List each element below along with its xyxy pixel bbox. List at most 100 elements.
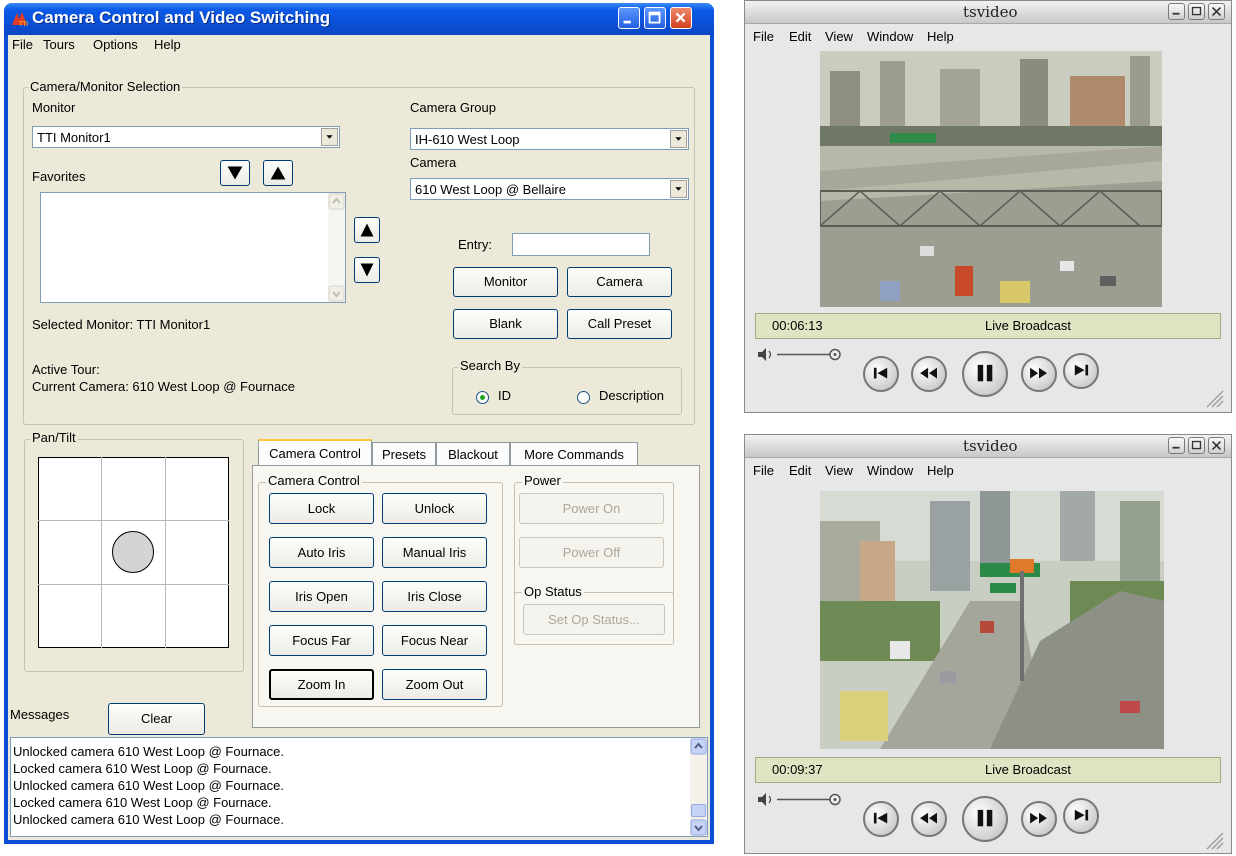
favorites-list[interactable]: [40, 192, 346, 303]
tab-blackout[interactable]: Blackout: [436, 442, 510, 467]
clear-messages-button[interactable]: Clear: [108, 703, 205, 735]
scroll-up-icon[interactable]: [328, 193, 345, 210]
power-on-button[interactable]: Power On: [519, 493, 664, 524]
pause-button[interactable]: [962, 796, 1008, 842]
tab-more-commands[interactable]: More Commands: [510, 442, 638, 467]
search-id-label[interactable]: ID: [498, 388, 511, 403]
zoom-out-button[interactable]: Zoom Out: [382, 669, 487, 700]
camera-group-select[interactable]: IH-610 West Loop: [410, 128, 689, 150]
rewind-button[interactable]: [911, 356, 947, 392]
camera-group-arrow[interactable]: [670, 130, 687, 148]
video-menu-edit[interactable]: Edit: [789, 463, 811, 478]
menu-file[interactable]: File: [12, 37, 33, 52]
focus-far-button[interactable]: Focus Far: [269, 625, 374, 656]
skip-back-icon: [873, 812, 888, 824]
close-icon: [1211, 6, 1222, 17]
menu-help[interactable]: Help: [154, 37, 181, 52]
skip-forward-button[interactable]: [1063, 798, 1099, 834]
pan-tilt-label: Pan/Tilt: [30, 430, 78, 445]
lock-button[interactable]: Lock: [269, 493, 374, 524]
camera-control-window: TTI Camera Control and Video Switching F…: [4, 3, 714, 844]
messages-scrollbar[interactable]: [690, 738, 707, 836]
skip-forward-button[interactable]: [1063, 353, 1099, 389]
video-title-bar[interactable]: tsvideo: [745, 1, 1231, 24]
fast-forward-icon: [1030, 812, 1047, 824]
video-menu-window[interactable]: Window: [867, 29, 913, 44]
message-line: Locked camera 610 West Loop @ Fournace.: [13, 761, 272, 776]
skip-back-button[interactable]: [863, 801, 899, 837]
video-maximize-button[interactable]: [1188, 3, 1205, 20]
video-minimize-button[interactable]: [1168, 3, 1185, 20]
video-minimize-button[interactable]: [1168, 437, 1185, 454]
monitor-select-arrow[interactable]: [321, 128, 338, 146]
video-menu-file[interactable]: File: [753, 29, 774, 44]
manual-iris-button[interactable]: Manual Iris: [382, 537, 487, 568]
move-up-button[interactable]: [354, 217, 380, 243]
favorites-move-down-button[interactable]: [220, 160, 250, 186]
skip-back-button[interactable]: [863, 356, 899, 392]
volume-slider[interactable]: [755, 345, 845, 365]
monitor-select[interactable]: TTI Monitor1: [32, 126, 340, 148]
iris-close-button[interactable]: Iris Close: [382, 581, 487, 612]
maximize-button[interactable]: [644, 7, 666, 29]
blank-button[interactable]: Blank: [453, 309, 558, 339]
skip-back-icon: [873, 367, 888, 379]
video-menu-view[interactable]: View: [825, 29, 853, 44]
favorites-move-up-button[interactable]: [263, 160, 293, 186]
camera-button[interactable]: Camera: [567, 267, 672, 297]
pause-button[interactable]: [962, 351, 1008, 397]
messages-log[interactable]: Unlocked camera 610 West Loop @ Fournace…: [10, 737, 708, 837]
camera-arrow[interactable]: [670, 180, 687, 198]
camera-select[interactable]: 610 West Loop @ Bellaire: [410, 178, 689, 200]
video-menu-file[interactable]: File: [753, 463, 774, 478]
unlock-button[interactable]: Unlock: [382, 493, 487, 524]
minimize-button[interactable]: [618, 7, 640, 29]
entry-input[interactable]: [512, 233, 650, 256]
search-description-radio[interactable]: [577, 391, 590, 404]
menu-options[interactable]: Options: [93, 37, 138, 52]
video-close-button[interactable]: [1208, 437, 1225, 454]
call-preset-button[interactable]: Call Preset: [567, 309, 672, 339]
set-op-status-button[interactable]: Set Op Status...: [523, 604, 665, 635]
traffic-camera-image: [820, 51, 1162, 307]
scroll-up-icon[interactable]: [690, 738, 707, 755]
video-menu-help[interactable]: Help: [927, 29, 954, 44]
messages-text: Unlocked camera 610 West Loop @ Fournace…: [13, 743, 284, 828]
fast-forward-button[interactable]: [1021, 356, 1057, 392]
video-menu-edit[interactable]: Edit: [789, 29, 811, 44]
volume-slider[interactable]: [755, 790, 845, 810]
video-close-button[interactable]: [1208, 3, 1225, 20]
close-button[interactable]: [670, 7, 692, 29]
search-description-label[interactable]: Description: [599, 388, 664, 403]
move-down-button[interactable]: [354, 257, 380, 283]
search-id-radio[interactable]: [476, 391, 489, 404]
rewind-button[interactable]: [911, 801, 947, 837]
video-title-bar[interactable]: tsvideo: [745, 435, 1231, 458]
video-menu-window[interactable]: Window: [867, 463, 913, 478]
fast-forward-button[interactable]: [1021, 801, 1057, 837]
resize-grip-icon[interactable]: [1201, 385, 1225, 409]
power-group-label: Power: [522, 473, 563, 488]
video-window-title: tsvideo: [963, 3, 1018, 21]
main-title-bar[interactable]: TTI Camera Control and Video Switching: [4, 3, 714, 35]
zoom-in-button[interactable]: Zoom In: [269, 669, 374, 700]
resize-grip-icon[interactable]: [1201, 827, 1225, 851]
tab-camera-control[interactable]: Camera Control: [258, 439, 372, 467]
video-menu-help[interactable]: Help: [927, 463, 954, 478]
power-off-button[interactable]: Power Off: [519, 537, 664, 568]
tab-presets[interactable]: Presets: [372, 442, 436, 467]
auto-iris-button[interactable]: Auto Iris: [269, 537, 374, 568]
iris-open-button[interactable]: Iris Open: [269, 581, 374, 612]
monitor-button[interactable]: Monitor: [453, 267, 558, 297]
scroll-down-icon[interactable]: [328, 285, 345, 302]
menu-tours[interactable]: Tours: [43, 37, 75, 52]
pan-tilt-handle[interactable]: [112, 531, 154, 573]
favorites-scrollbar[interactable]: [328, 193, 345, 302]
scroll-down-icon[interactable]: [690, 819, 707, 836]
messages-scroll-thumb[interactable]: [691, 804, 706, 817]
video-maximize-button[interactable]: [1188, 437, 1205, 454]
video-menu-view[interactable]: View: [825, 463, 853, 478]
op-status-group-label: Op Status: [522, 584, 584, 599]
focus-near-button[interactable]: Focus Near: [382, 625, 487, 656]
favorites-label: Favorites: [32, 169, 86, 184]
